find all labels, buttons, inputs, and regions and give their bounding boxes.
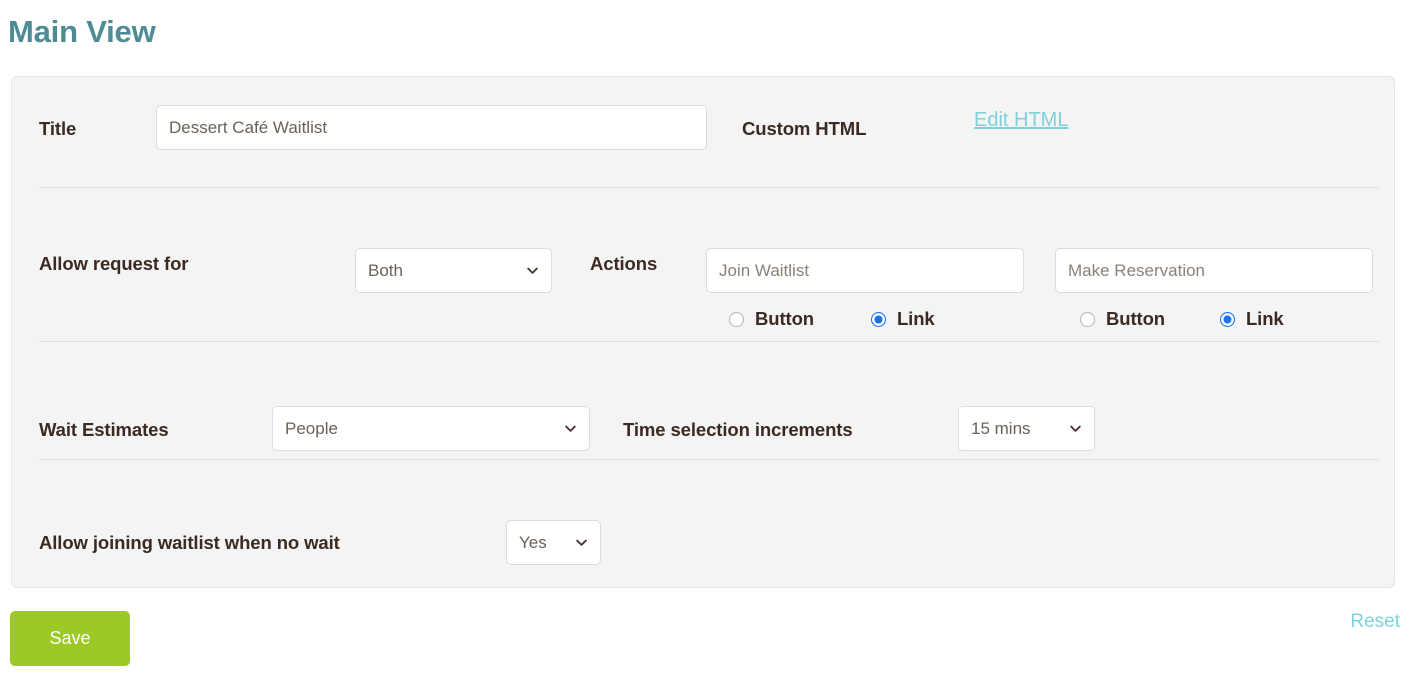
page-title: Main View — [8, 14, 156, 49]
edit-html-link[interactable]: Edit HTML — [974, 109, 1068, 132]
radio-checked-icon[interactable] — [870, 311, 886, 327]
allow-joining-select-value: Yes — [519, 532, 547, 552]
action-one-button-radio[interactable]: Button — [729, 308, 814, 330]
action-one-link-label: Link — [896, 308, 935, 329]
action-two-button-radio[interactable]: Button — [1080, 308, 1165, 330]
radio-checked-icon[interactable] — [1219, 311, 1235, 327]
chevron-down-icon — [1070, 425, 1081, 432]
allow-joining-select[interactable]: Yes — [506, 520, 601, 565]
save-button[interactable]: Save — [10, 611, 130, 666]
actions-label: Actions — [590, 253, 658, 274]
action-one-input[interactable] — [706, 248, 1024, 293]
reset-link[interactable]: Reset — [1350, 611, 1400, 633]
divider-2 — [39, 341, 1379, 342]
radio-unchecked-icon[interactable] — [1080, 311, 1095, 327]
settings-panel: Title Custom HTML Edit HTML Allow reques… — [11, 76, 1395, 588]
action-one-link-radio[interactable]: Link — [870, 308, 935, 330]
time-increments-select-value: 15 mins — [971, 418, 1031, 438]
action-two-link-radio[interactable]: Link — [1219, 308, 1284, 330]
action-two-input[interactable] — [1055, 248, 1373, 293]
custom-html-label: Custom HTML — [742, 118, 867, 139]
title-row: Title Custom HTML Edit HTML — [12, 77, 1394, 150]
chevron-down-icon — [576, 539, 587, 546]
allow-request-select-value: Both — [368, 260, 403, 280]
chevron-down-icon — [565, 425, 576, 432]
wait-estimates-select[interactable]: People — [272, 406, 590, 451]
allow-request-select[interactable]: Both — [355, 248, 552, 293]
action-two-radio-group: Button Link — [1080, 308, 1284, 330]
action-two-link-label: Link — [1245, 308, 1284, 329]
chevron-down-icon — [527, 267, 538, 274]
wait-estimates-select-value: People — [285, 418, 338, 438]
divider-1 — [39, 187, 1379, 188]
allow-request-label: Allow request for — [39, 253, 189, 274]
wait-estimates-label: Wait Estimates — [39, 419, 169, 440]
divider-3 — [39, 459, 1379, 460]
action-one-radio-group: Button Link — [729, 308, 935, 330]
title-label: Title — [39, 118, 77, 139]
title-input[interactable] — [156, 105, 707, 150]
action-two-button-label: Button — [1106, 308, 1165, 329]
time-increments-label: Time selection increments — [623, 419, 853, 440]
allow-joining-label: Allow joining waitlist when no wait — [39, 532, 340, 553]
action-one-button-label: Button — [755, 308, 814, 329]
time-increments-select[interactable]: 15 mins — [958, 406, 1095, 451]
radio-unchecked-icon[interactable] — [729, 311, 744, 327]
